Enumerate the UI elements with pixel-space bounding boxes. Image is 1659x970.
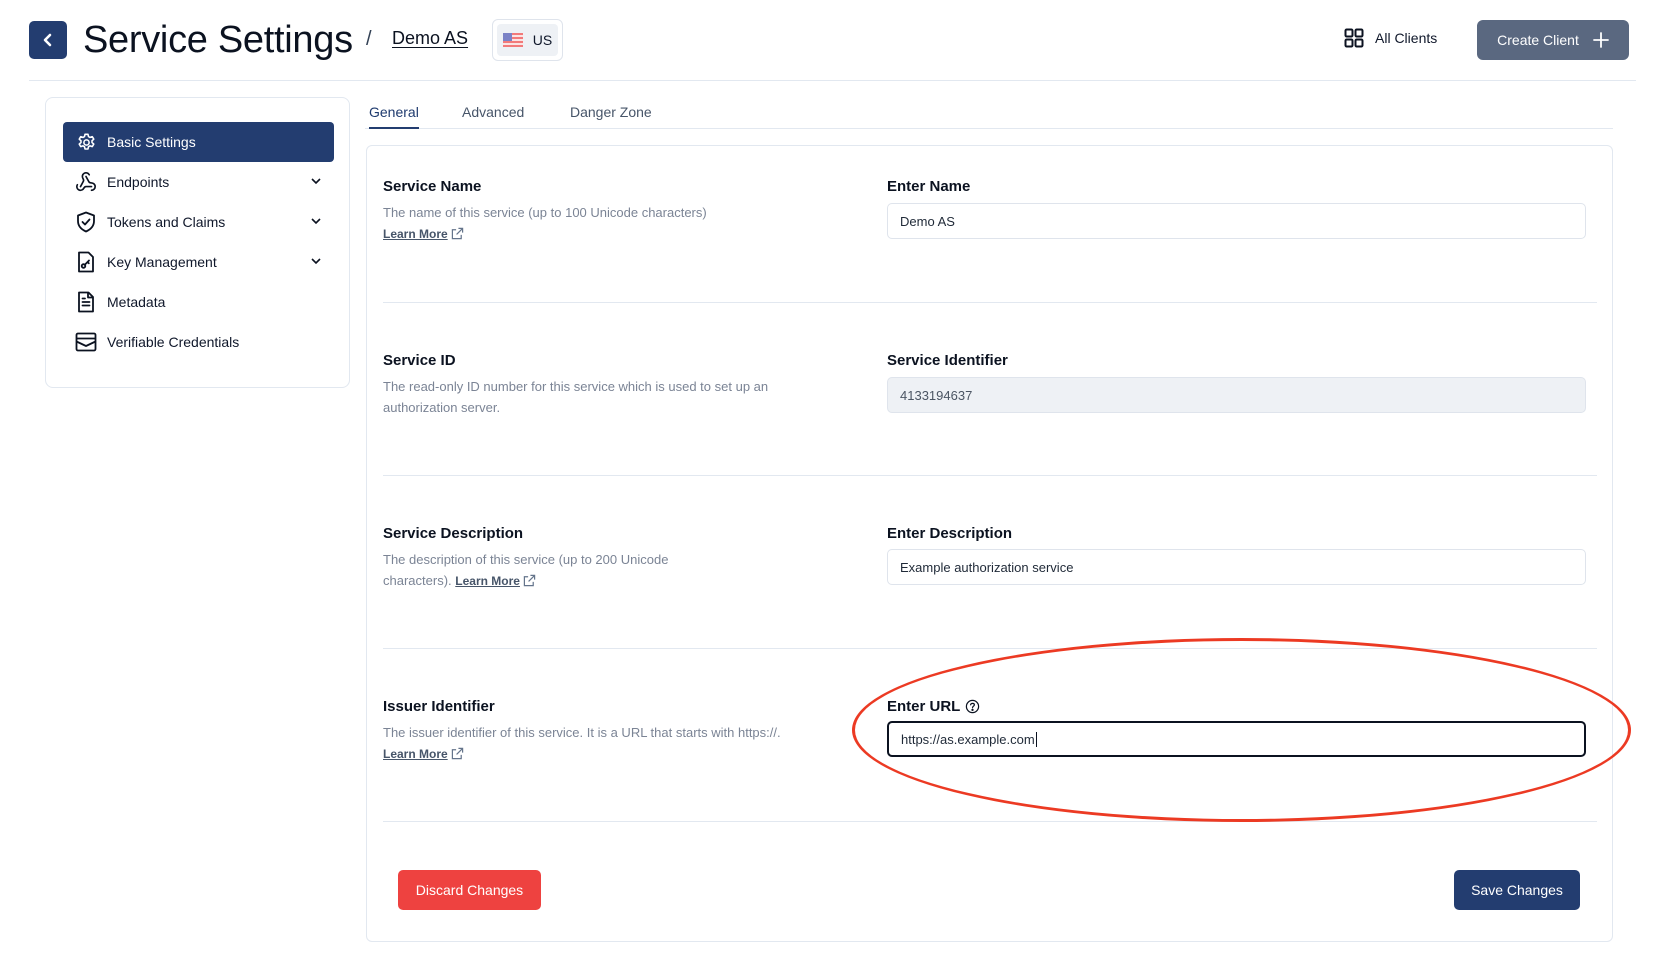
tab-advanced[interactable]: Advanced <box>462 104 524 129</box>
document-icon <box>75 291 97 313</box>
issuer-url-input[interactable]: https://as.example.com <box>887 721 1586 757</box>
sidebar-item-label: Endpoints <box>107 174 170 190</box>
service-name-input[interactable]: Demo AS <box>887 203 1586 239</box>
issuer-identifier-title: Issuer Identifier <box>383 698 495 715</box>
all-clients-link[interactable]: All Clients <box>1344 28 1437 48</box>
section-divider <box>383 648 1597 649</box>
gear-icon <box>75 131 97 153</box>
region-selector[interactable]: US <box>492 19 563 61</box>
service-name-description: The name of this service (up to 100 Unic… <box>383 205 707 241</box>
service-identifier-label: Service Identifier <box>887 352 1008 369</box>
service-description-input[interactable]: Example authorization service <box>887 549 1586 585</box>
service-id-description: The read-only ID number for this service… <box>383 379 769 415</box>
chevron-down-icon <box>311 258 321 265</box>
create-client-button[interactable]: Create Client <box>1477 20 1629 60</box>
sidebar-item-label: Verifiable Credentials <box>107 334 240 350</box>
sidebar-item-label: Basic Settings <box>107 134 196 150</box>
create-client-label: Create Client <box>1497 32 1579 48</box>
credential-icon <box>75 331 97 353</box>
sidebar-item-tokens-and-claims[interactable]: Tokens and Claims <box>63 202 334 242</box>
sidebar-item-endpoints[interactable]: Endpoints <box>63 162 334 202</box>
breadcrumb-service-link[interactable]: Demo AS <box>392 28 468 49</box>
enter-url-label: Enter URL <box>887 698 980 715</box>
external-link-icon <box>451 227 463 240</box>
sidebar-item-label: Metadata <box>107 294 166 310</box>
service-name-title: Service Name <box>383 178 482 195</box>
all-clients-label: All Clients <box>1375 30 1438 46</box>
text-caret <box>1035 731 1037 747</box>
chevron-down-icon <box>311 218 321 225</box>
file-key-icon <box>75 251 97 273</box>
sidebar-item-key-management[interactable]: Key Management <box>63 242 334 282</box>
enter-description-label: Enter Description <box>887 525 1013 542</box>
settings-card <box>366 145 1613 942</box>
webhook-icon <box>75 171 97 193</box>
chevron-down-icon <box>311 178 321 185</box>
section-divider <box>383 475 1597 476</box>
shield-check-icon <box>75 211 97 233</box>
tab-danger-zone[interactable]: Danger Zone <box>570 104 652 129</box>
chevron-left-icon <box>43 33 52 47</box>
sidebar-item-verifiable-credentials[interactable]: Verifiable Credentials <box>63 322 334 362</box>
service-description-learn-more-link[interactable]: Learn More <box>455 574 520 588</box>
header-divider <box>29 80 1636 81</box>
external-link-icon <box>451 747 463 760</box>
grid-icon <box>1344 28 1364 48</box>
section-divider <box>383 302 1597 303</box>
tab-bar: General Advanced Danger Zone <box>365 100 1613 129</box>
breadcrumb-separator: / <box>366 28 372 50</box>
issuer-learn-more-link[interactable]: Learn More <box>383 747 448 761</box>
us-flag-icon <box>502 33 523 47</box>
sidebar-item-metadata[interactable]: Metadata <box>63 282 334 322</box>
sidebar-item-label: Tokens and Claims <box>107 214 226 230</box>
sidebar-item-label: Key Management <box>107 254 217 270</box>
save-changes-button[interactable]: Save Changes <box>1454 870 1580 910</box>
help-icon[interactable] <box>965 699 980 714</box>
discard-changes-button[interactable]: Discard Changes <box>398 870 541 910</box>
service-description-title: Service Description <box>383 525 524 542</box>
enter-name-label: Enter Name <box>887 178 971 195</box>
service-id-title: Service ID <box>383 352 456 369</box>
plus-icon <box>1592 32 1609 48</box>
service-description-text: The description of this service (up to 2… <box>383 552 669 588</box>
issuer-identifier-description: The issuer identifier of this service. I… <box>383 725 781 761</box>
sidebar-item-basic-settings[interactable]: Basic Settings <box>63 122 334 162</box>
section-divider <box>383 821 1597 822</box>
service-name-learn-more-link[interactable]: Learn More <box>383 227 448 241</box>
service-identifier-field: 4133194637 <box>887 377 1586 413</box>
settings-sidebar: Basic Settings Endpoints Tokens and Clai… <box>45 97 350 388</box>
back-button[interactable] <box>29 21 67 59</box>
page-title: Service Settings <box>83 19 353 61</box>
external-link-icon <box>523 574 536 587</box>
region-label: US <box>532 32 553 48</box>
tab-general[interactable]: General <box>369 104 419 129</box>
